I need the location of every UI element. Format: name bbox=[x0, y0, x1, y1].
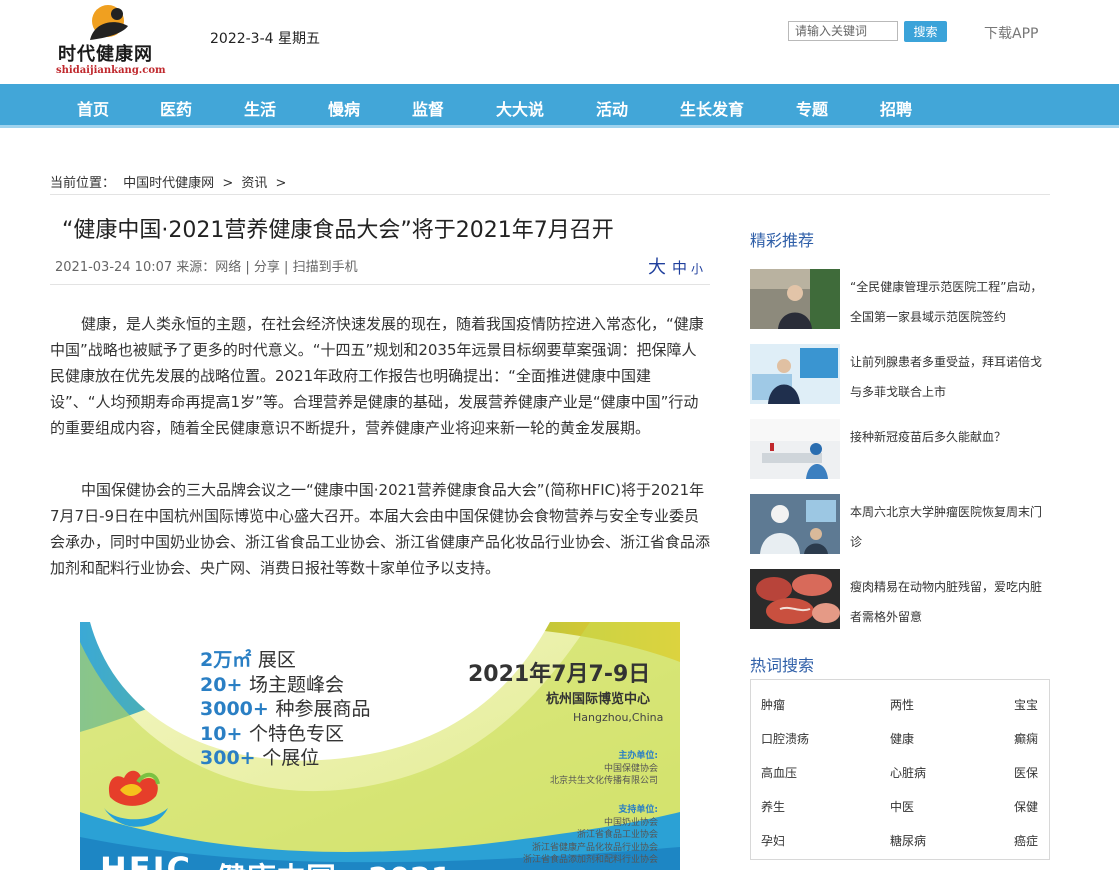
banner-stat: 3000+ 种参展商品 bbox=[200, 698, 371, 720]
article-paragraph: 健康，是人类永恒的主题，在社会经济快速发展的现在，随着我国疫情防控进入常态化，“… bbox=[50, 315, 704, 437]
banner-stats: 2万㎡ 展区 20+ 场主题峰会 3000+ 种参展商品 10+ 个特色专区 3… bbox=[200, 648, 370, 771]
nav-item-topics[interactable]: 专题 bbox=[796, 96, 828, 120]
logo-domain: shidaijiankang.com bbox=[56, 65, 166, 76]
logo-mark-icon bbox=[90, 5, 128, 40]
hot-word[interactable]: 孕妇 bbox=[761, 832, 785, 849]
hot-word[interactable]: 保健 bbox=[1014, 798, 1038, 815]
hot-word[interactable]: 心脏病 bbox=[890, 764, 926, 781]
nav-item-dadashuo[interactable]: 大大说 bbox=[496, 96, 544, 120]
recommend-title[interactable]: 接种新冠疫苗后多久能献血？ bbox=[850, 422, 1050, 452]
recommend-title[interactable]: 让前列腺患者多重受益，拜耳诺倍戈与多菲戈联合上市 bbox=[850, 347, 1050, 407]
nav-item-medicine[interactable]: 医药 bbox=[160, 96, 192, 120]
hot-word[interactable]: 医保 bbox=[1014, 764, 1038, 781]
banner-stat: 20+ 场主题峰会 bbox=[200, 673, 345, 696]
recommend-item[interactable]: “全民健康管理示范医院工程”启动，全国第一家县域示范医院签约 bbox=[750, 269, 1050, 331]
banner-supporters: 支持单位: 中国奶业协会 浙江省食品工业协会 浙江省健康产品化妆品行业协会 浙江… bbox=[522, 805, 658, 865]
nav-item-jobs[interactable]: 招聘 bbox=[880, 96, 912, 120]
recommend-title[interactable]: “全民健康管理示范医院工程”启动，全国第一家县域示范医院签约 bbox=[850, 272, 1050, 332]
current-date: 2022-3-4 星期五 bbox=[210, 31, 320, 47]
banner-stat: 300+ 个展位 bbox=[200, 747, 320, 769]
font-small-button[interactable]: 小 bbox=[691, 262, 703, 276]
hot-word[interactable]: 糖尿病 bbox=[890, 832, 926, 849]
photo-speaker-icon bbox=[750, 269, 840, 329]
recommend-item[interactable]: 瘦肉精易在动物内脏残留，爱吃内脏者需格外留意 bbox=[750, 569, 1050, 631]
photo-hospital-icon bbox=[750, 494, 840, 554]
banner-date: 2021年7月7-9日 bbox=[468, 662, 651, 687]
banner-hfic-text: HFIC bbox=[100, 850, 193, 870]
site-header: 时代健康网 shidaijiankang.com 2022-3-4 星期五 搜索… bbox=[0, 0, 1119, 84]
hot-word[interactable]: 口腔溃疡 bbox=[761, 730, 809, 747]
event-banner-image: 2万㎡ 展区 20+ 场主题峰会 3000+ 种参展商品 10+ 个特色专区 3… bbox=[80, 622, 680, 870]
recommend-title[interactable]: 瘦肉精易在动物内脏残留，爱吃内脏者需格外留意 bbox=[850, 572, 1050, 632]
font-large-button[interactable]: 大 bbox=[648, 257, 666, 278]
recommend-heading: 精彩推荐 bbox=[750, 231, 815, 250]
breadcrumb-label: 当前位置： bbox=[50, 176, 116, 191]
hot-word[interactable]: 高血压 bbox=[761, 764, 797, 781]
nav-item-supervision[interactable]: 监督 bbox=[412, 96, 444, 120]
hot-word[interactable]: 中医 bbox=[890, 798, 914, 815]
hot-search-heading: 热词搜索 bbox=[750, 656, 815, 675]
hot-word[interactable]: 宝宝 bbox=[1014, 696, 1038, 713]
recommend-title[interactable]: 本周六北京大学肿瘤医院恢复周末门诊 bbox=[850, 497, 1050, 557]
banner-stat: 10+ 个特色专区 bbox=[200, 722, 345, 745]
hot-word[interactable]: 癌症 bbox=[1014, 832, 1038, 849]
hot-word[interactable]: 肿瘤 bbox=[761, 696, 785, 713]
meta-divider bbox=[50, 284, 710, 285]
recommend-item[interactable]: 本周六北京大学肿瘤医院恢复周末门诊 bbox=[750, 494, 1050, 556]
banner-stat: 2万㎡ 展区 bbox=[200, 649, 296, 671]
banner-hosts: 主办单位: 中国保健协会 北京共生文化传播有限公司 bbox=[549, 751, 658, 786]
nav-item-chronic[interactable]: 慢病 bbox=[328, 96, 360, 120]
breadcrumb-home[interactable]: 中国时代健康网 bbox=[123, 176, 214, 191]
breadcrumb-news[interactable]: 资讯 bbox=[241, 176, 267, 191]
search-input[interactable] bbox=[788, 21, 898, 41]
recommend-item[interactable]: 让前列腺患者多重受益，拜耳诺倍戈与多菲戈联合上市 bbox=[750, 344, 1050, 406]
article-paragraph: 中国保健协会的三大品牌会议之一“健康中国·2021营养健康食品大会”(简称HFI… bbox=[50, 481, 711, 577]
logo-name: 时代健康网 bbox=[58, 44, 153, 65]
recommend-thumbnail[interactable] bbox=[750, 419, 840, 479]
photo-meat-icon bbox=[750, 569, 840, 629]
recommend-thumbnail[interactable] bbox=[750, 269, 840, 329]
hot-word[interactable]: 癫痫 bbox=[1014, 730, 1038, 747]
banner-venue: 杭州国际博览中心 bbox=[546, 692, 651, 707]
nav-item-home[interactable]: 首页 bbox=[77, 96, 109, 120]
download-app-link[interactable]: 下载APP bbox=[984, 23, 1038, 43]
hot-word[interactable]: 健康 bbox=[890, 730, 914, 747]
banner-venue-en: Hangzhou,China bbox=[573, 711, 664, 724]
main-nav: 首页 医药 生活 慢病 监督 大大说 活动 生长发育 专题 招聘 bbox=[0, 84, 1119, 128]
photo-blood-donation-icon bbox=[750, 419, 840, 479]
font-size-switcher: 大中小 bbox=[648, 253, 703, 279]
article-meta: 2021-03-24 10:07 来源：网络 | 分享 | 扫描到手机 bbox=[55, 260, 358, 275]
recommend-item[interactable]: 接种新冠疫苗后多久能献血？ bbox=[750, 419, 1050, 481]
hot-search-box: 肿瘤 两性 宝宝 口腔溃疡 健康 癫痫 高血压 心脏病 医保 养生 中医 保健 … bbox=[750, 679, 1050, 860]
nav-item-life[interactable]: 生活 bbox=[244, 96, 276, 120]
recommend-thumbnail[interactable] bbox=[750, 344, 840, 404]
nav-item-growth[interactable]: 生长发育 bbox=[680, 96, 744, 120]
breadcrumb-separator: > bbox=[222, 176, 234, 191]
hot-word[interactable]: 两性 bbox=[890, 696, 914, 713]
breadcrumb-separator: > bbox=[275, 176, 287, 191]
nav-item-events[interactable]: 活动 bbox=[596, 96, 628, 120]
hot-word[interactable]: 养生 bbox=[761, 798, 785, 815]
banner-big-title: 健康中国 · 2021 bbox=[216, 854, 452, 870]
site-logo[interactable]: 时代健康网 shidaijiankang.com bbox=[56, 4, 166, 78]
breadcrumb: 当前位置： 中国时代健康网 > 资讯 > bbox=[50, 172, 1050, 195]
recommend-thumbnail[interactable] bbox=[750, 494, 840, 554]
article-title: “健康中国·2021营养健康食品大会”将于2021年7月召开 bbox=[62, 218, 614, 243]
search-button[interactable]: 搜索 bbox=[904, 21, 947, 42]
font-medium-button[interactable]: 中 bbox=[672, 259, 687, 277]
photo-presenter-icon bbox=[750, 344, 840, 404]
recommend-thumbnail[interactable] bbox=[750, 569, 840, 629]
